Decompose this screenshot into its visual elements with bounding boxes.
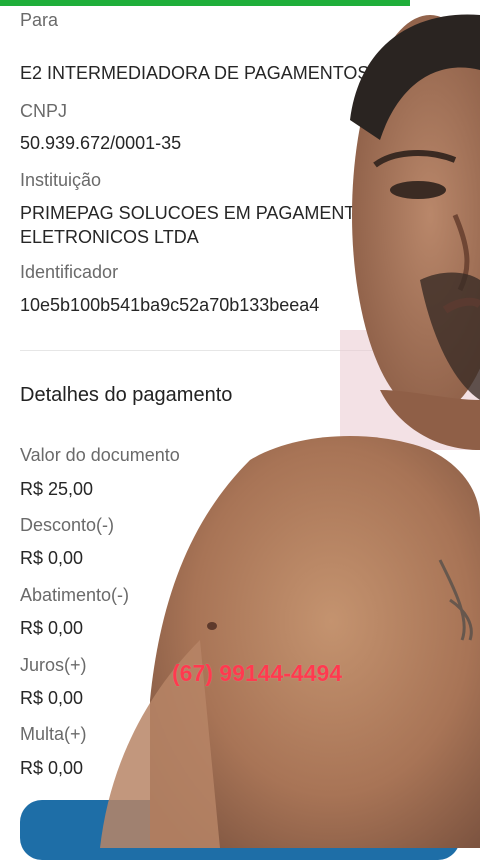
recipient-section-label: Para (20, 10, 59, 30)
interest-label: Juros(+) (20, 655, 87, 675)
discount-value: R$ 0,00 (20, 548, 84, 568)
payment-details-title: Detalhes do pagamento (20, 384, 233, 406)
fine-label: Multa(+) (20, 724, 87, 744)
interest-value: R$ 0,00 (20, 688, 84, 708)
phone-watermark: (67) 99144-4494 (172, 660, 343, 686)
document-value: R$ 25,00 (20, 479, 94, 499)
discount-label: Desconto(-) (20, 515, 115, 535)
section-divider (20, 350, 460, 351)
institution-label: Instituição (20, 170, 102, 190)
progress-bar (0, 0, 410, 6)
identifier-value: 10e5b100b541ba9c52a70b133beea4 (20, 295, 320, 315)
action-button[interactable] (20, 800, 460, 860)
rebate-value: R$ 0,00 (20, 618, 84, 638)
institution-line1: PRIMEPAG SOLUCOES EM PAGAMENTOS (20, 203, 382, 223)
identifier-label: Identificador (20, 262, 119, 282)
person-photo-overlay (100, 14, 480, 848)
rebate-label: Abatimento(-) (20, 585, 130, 605)
fine-value: R$ 0,00 (20, 758, 84, 778)
document-value-label: Valor do documento (20, 445, 180, 465)
cnpj-value: 50.939.672/0001-35 (20, 133, 182, 153)
institution-line2: ELETRONICOS LTDA (20, 227, 199, 247)
recipient-name: E2 INTERMEDIADORA DE PAGAMENTOS (20, 63, 370, 83)
cnpj-label: CNPJ (20, 101, 68, 121)
